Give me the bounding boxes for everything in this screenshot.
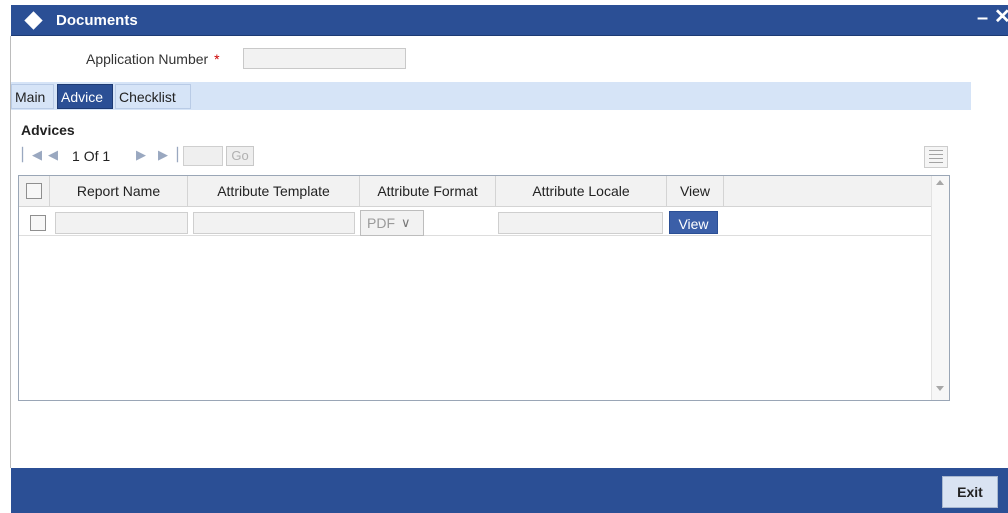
tab-main[interactable]: Main (11, 84, 54, 109)
required-marker: * (214, 51, 220, 67)
footer-bar: Exit (11, 468, 1008, 513)
window-title: Documents (56, 12, 138, 29)
current-page: 1 (72, 148, 80, 164)
close-icon[interactable]: ✕ (994, 7, 1008, 27)
application-number-input[interactable] (243, 48, 406, 69)
application-number-text: Application Number (86, 51, 209, 67)
grid-settings-icon[interactable] (924, 146, 948, 168)
of-label: Of (83, 148, 99, 164)
attribute-locale-input[interactable] (498, 212, 663, 234)
header-attribute-format[interactable]: Attribute Format (360, 176, 496, 207)
application-number-row: Application Number * (0, 48, 1008, 72)
exit-button[interactable]: Exit (942, 476, 998, 508)
tab-bar: Main Advice Checklist (11, 82, 971, 110)
attribute-template-input[interactable] (193, 212, 355, 234)
header-attribute-template[interactable]: Attribute Template (188, 176, 360, 207)
previous-page-icon[interactable]: ◀ (48, 147, 58, 163)
first-page-icon[interactable]: ▏◀ (22, 147, 42, 163)
last-page-icon[interactable]: ▶▕ (158, 147, 178, 163)
window-titlebar: Documents – ✕ (11, 5, 1008, 36)
grid-header: Report Name Attribute Template Attribute… (19, 176, 931, 207)
scroll-up-icon[interactable] (936, 180, 944, 185)
row-select-checkbox[interactable] (30, 215, 46, 231)
header-report-name[interactable]: Report Name (50, 176, 188, 207)
advices-grid: Report Name Attribute Template Attribute… (18, 175, 950, 401)
total-pages: 1 (102, 148, 111, 164)
application-number-label: Application Number * (86, 51, 220, 67)
pagination-toolbar: ▏◀ ◀ 1 Of 1 ▶ ▶▕ Go (18, 143, 950, 169)
diamond-icon (24, 11, 43, 30)
chevron-down-icon: ∨ (401, 215, 411, 230)
scroll-down-icon[interactable] (936, 386, 944, 391)
header-view[interactable]: View (667, 176, 724, 207)
header-select-cell (19, 176, 50, 207)
attribute-format-value: PDF (367, 215, 395, 231)
header-attribute-locale[interactable]: Attribute Locale (496, 176, 667, 207)
report-name-input[interactable] (55, 212, 188, 234)
page-info: 1 Of 1 (72, 148, 110, 164)
page-number-input[interactable] (183, 146, 223, 166)
select-all-checkbox[interactable] (26, 183, 42, 199)
tab-advice[interactable]: Advice (57, 84, 113, 109)
go-button[interactable]: Go (226, 146, 254, 166)
next-page-icon[interactable]: ▶ (136, 147, 146, 163)
view-button[interactable]: View (669, 211, 718, 234)
attribute-format-select[interactable]: PDF ∨ (360, 210, 424, 236)
tab-checklist[interactable]: Checklist (115, 84, 191, 109)
minimize-icon[interactable]: – (977, 8, 988, 28)
table-row: PDF ∨ View (19, 208, 931, 236)
advices-section-title: Advices (21, 122, 75, 138)
vertical-scrollbar[interactable] (931, 176, 949, 400)
